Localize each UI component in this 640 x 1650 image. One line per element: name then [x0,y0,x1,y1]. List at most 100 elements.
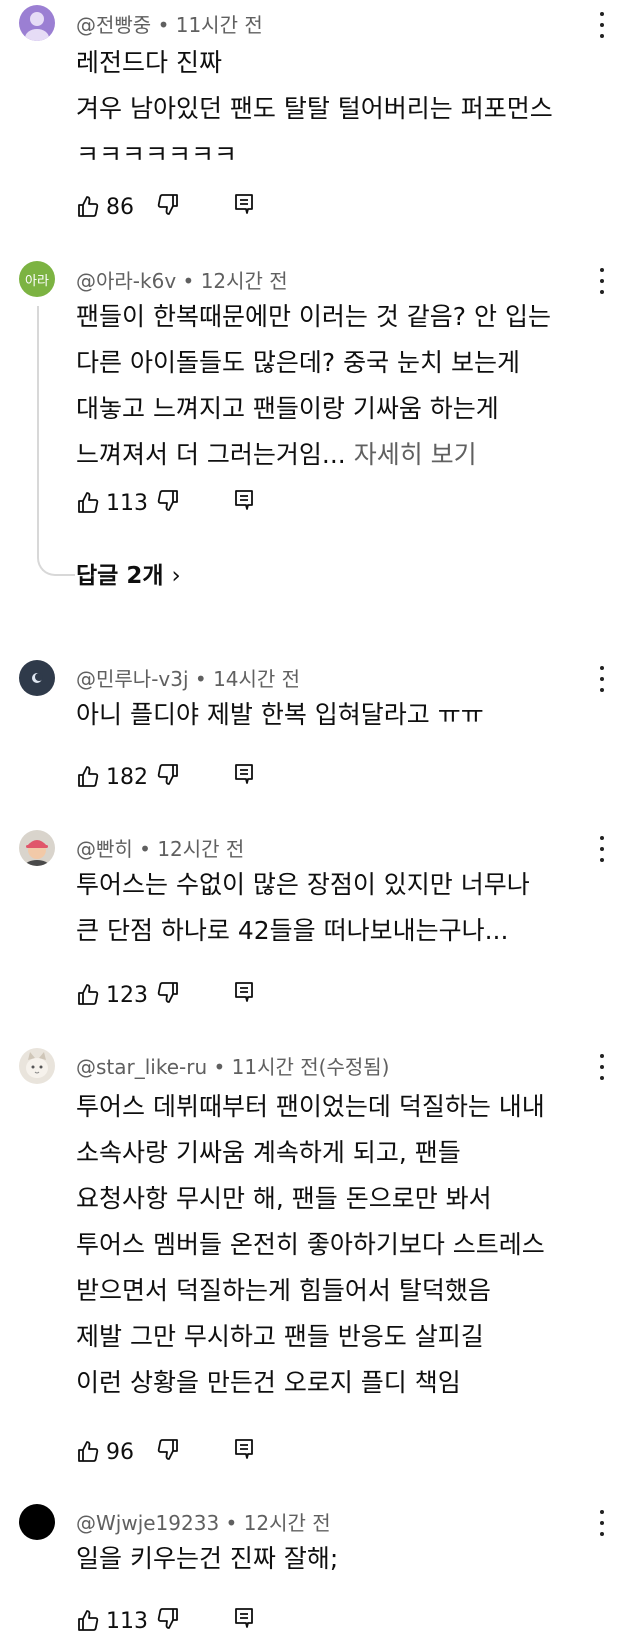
comment-text: 레전드다 진짜 겨우 남아있던 팬도 탈탈 털어버리는 퍼포먼스 ㅋㅋㅋㅋㅋㅋㅋ [76,40,610,178]
replies-label: 답글 2개 [76,563,164,589]
more-options-icon[interactable] [596,1054,608,1080]
comment-meta: @star_like-ru • 11시간 전(수정됨) [76,1055,390,1079]
comment-actions: 123 [76,980,253,1010]
comment-line: 팬들이 한복때문에만 이러는 것 같음? 안 입는 [76,302,551,331]
comment-time: 14시간 전 [213,667,301,691]
comment-author[interactable]: @전빵중 [76,13,151,37]
thumbs-up-icon [78,766,99,787]
comment-line: 다른 아이돌들도 많은데? 중국 눈치 보는게 [76,348,521,377]
comment-meta: @빤히 • 12시간 전 [76,837,245,861]
comment-text: 아니 플디야 제발 한복 입혀달라고 ㅠㅠ [76,692,610,738]
comment-actions: 86 [76,192,253,222]
view-replies-button[interactable]: 답글 2개 › [76,556,181,590]
like-count: 113 [106,1608,148,1634]
comment-line: 투어스 데뷔때부터 팬이었는데 덕질하는 내내 [76,1092,545,1121]
thread-line [37,306,75,576]
person-avatar-icon [25,12,49,41]
dislike-button[interactable] [156,1606,180,1630]
comment-actions: 113 [76,1606,253,1636]
comment-line: 제발 그만 무시하고 팬들 반응도 살피길 [76,1322,484,1351]
avatar[interactable] [19,5,55,41]
reply-button[interactable] [232,980,256,1004]
comment-time: 12시간 전 [200,269,288,293]
thumbs-up-icon [78,1441,99,1462]
comment-line: 요청사항 무시만 해, 팬들 돈으로만 봐서 [76,1184,492,1213]
comment-line: 큰 단점 하나로 42들을 떠나보내는구나... [76,916,509,945]
thumbs-down-icon [157,194,178,215]
cat-avatar-icon [26,1052,48,1078]
dislike-button[interactable] [156,488,180,512]
comment-time: 12시간 전 [157,837,245,861]
comment-text: 팬들이 한복때문에만 이러는 것 같음? 안 입는 다른 아이돌들도 많은데? … [76,294,610,478]
comment-line: ㅋㅋㅋㅋㅋㅋㅋ [76,140,238,169]
dislike-button[interactable] [156,762,180,786]
like-count: 113 [106,490,148,516]
like-button[interactable]: 123 [76,983,148,1008]
reply-button[interactable] [232,488,256,512]
comment-meta: @전빵중 • 11시간 전 [76,13,263,37]
moon-avatar-icon [32,673,43,683]
comment-author[interactable]: @아라-k6v [76,269,176,293]
comment-meta: @민루나-v3j • 14시간 전 [76,667,301,691]
like-count: 123 [106,982,148,1008]
comment-text: 투어스는 수없이 많은 장점이 있지만 너무나 큰 단점 하나로 42들을 떠나… [76,862,610,954]
like-button[interactable]: 182 [76,765,148,790]
comment-line: 일을 키우는건 진짜 잘해; [76,1544,339,1573]
more-options-icon[interactable] [596,1510,608,1536]
reply-comment-icon [235,490,253,510]
thumbs-up-icon [78,492,99,513]
like-count: 182 [106,764,148,790]
more-options-icon[interactable] [596,268,608,294]
like-button[interactable]: 113 [76,1609,148,1634]
thumbs-down-icon [157,1608,178,1629]
comment-line: 아니 플디야 제발 한복 입혀달라고 ㅠㅠ [76,700,484,729]
dislike-button[interactable] [156,1437,180,1461]
thumbs-down-icon [157,764,178,785]
more-options-icon[interactable] [596,836,608,862]
comment-line: 소속사랑 기싸움 계속하게 되고, 팬들 [76,1138,461,1167]
avatar[interactable]: 아라 [19,261,55,297]
avatar[interactable] [19,830,55,866]
read-more-link[interactable]: 자세히 보기 [354,440,477,469]
like-button[interactable]: 113 [76,491,148,516]
reply-comment-icon [235,764,253,784]
comment-actions: 96 [76,1437,253,1467]
avatar[interactable] [19,1504,55,1540]
like-count: 86 [106,194,134,220]
reply-button[interactable] [232,1437,256,1461]
thumbs-up-icon [78,1610,99,1631]
comment-time: 11시간 전 [175,13,263,37]
comment-meta: @아라-k6v • 12시간 전 [76,269,288,293]
comment-text: 투어스 데뷔때부터 팬이었는데 덕질하는 내내 소속사랑 기싸움 계속하게 되고… [76,1084,610,1406]
reply-comment-icon [235,982,253,1002]
dislike-button[interactable] [156,980,180,1004]
thumbs-down-icon [157,982,178,1003]
avatar[interactable] [19,660,55,696]
comment-line: 이런 상황을 만든건 오로지 플디 책임 [76,1368,461,1397]
reply-button[interactable] [232,762,256,786]
comment-actions: 113 [76,488,253,518]
avatar[interactable] [19,1048,55,1084]
reply-button[interactable] [232,192,256,216]
comment-author[interactable]: @star_like-ru [76,1055,207,1079]
comment-author[interactable]: @민루나-v3j [76,667,189,691]
comment-time: 11시간 전(수정됨) [231,1055,390,1079]
comment-line: 느껴져서 더 그러는거임... 자세히 보기 [76,432,610,478]
like-button[interactable]: 96 [76,1440,134,1465]
comment-line: 겨우 남아있던 팬도 탈탈 털어버리는 퍼포먼스 [76,94,553,123]
like-button[interactable]: 86 [76,195,134,220]
dislike-button[interactable] [156,192,180,216]
more-options-icon[interactable] [596,666,608,692]
comment-line: 투어스 멤버들 온전히 좋아하기보다 스트레스 [76,1230,545,1259]
comment-author[interactable]: @빤히 [76,837,133,861]
comment-line: 투어스는 수없이 많은 장점이 있지만 너무나 [76,870,530,899]
thumbs-down-icon [157,490,178,511]
more-options-icon[interactable] [596,12,608,38]
reply-button[interactable] [232,1606,256,1630]
comment-author[interactable]: @Wjwje19233 [76,1511,219,1535]
comment-actions: 182 [76,762,253,792]
thumbs-up-icon [78,196,99,217]
thumbs-up-icon [78,984,99,1005]
comment-meta: @Wjwje19233 • 12시간 전 [76,1511,331,1535]
chevron-right-icon: › [171,563,181,589]
